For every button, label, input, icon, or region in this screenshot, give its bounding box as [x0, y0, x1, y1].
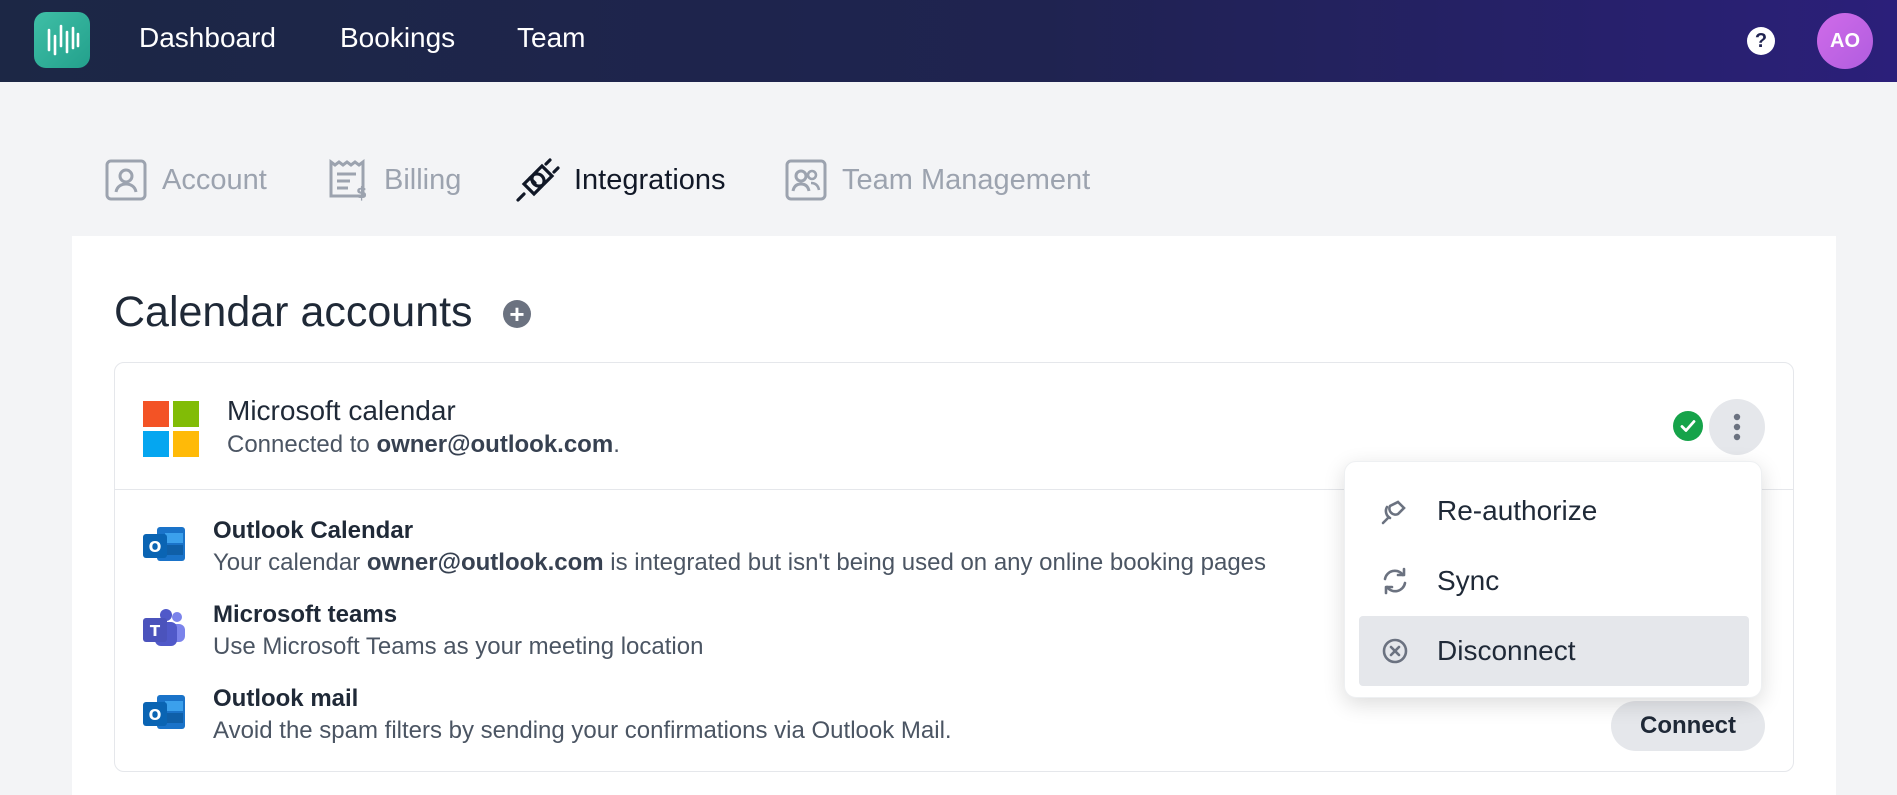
menu-item-label: Sync [1437, 565, 1500, 596]
more-options-button[interactable] [1709, 399, 1765, 455]
nav-bookings[interactable]: Bookings [340, 22, 455, 54]
nav-team[interactable]: Team [517, 22, 585, 54]
plug-icon [1379, 495, 1411, 527]
outlook-icon: O [143, 527, 185, 561]
account-connection-text: Connected to owner@outlook.com. [227, 431, 620, 458]
integration-title: Microsoft teams [213, 601, 398, 628]
svg-text:O: O [149, 706, 162, 724]
integration-description: Your calendar owner@outlook.com is integ… [213, 549, 1267, 576]
menu-item-sync[interactable]: Sync [1359, 546, 1749, 616]
svg-text:T: T [150, 622, 161, 640]
receipt-icon: $ [326, 158, 370, 202]
close-circle-icon [1379, 635, 1411, 667]
sync-icon [1379, 565, 1411, 597]
integration-description: Avoid the spam filters by sending your c… [213, 717, 952, 744]
logo-icon [47, 24, 80, 56]
menu-item-reauthorize[interactable]: Re-authorize [1359, 476, 1749, 546]
app-logo[interactable] [34, 12, 90, 68]
menu-item-disconnect[interactable]: Disconnect [1359, 616, 1749, 686]
tab-integrations-label: Integrations [574, 163, 726, 196]
account-options-menu: Re-authorize Sync Disconnect [1344, 461, 1762, 698]
page-title: Calendar accounts [114, 288, 473, 336]
plus-icon: + [509, 298, 525, 329]
teams-icon: T [143, 609, 185, 646]
tab-team-management-label: Team Management [842, 163, 1091, 196]
team-card-icon [784, 158, 828, 202]
integration-title: Outlook mail [213, 685, 359, 712]
tab-account[interactable]: Account [104, 156, 267, 204]
tab-account-label: Account [162, 163, 267, 196]
connect-button[interactable]: Connect [1611, 701, 1765, 751]
connected-check-icon [1673, 411, 1703, 441]
account-email: owner@outlook.com [376, 431, 614, 458]
svg-text:O: O [149, 538, 162, 556]
menu-item-label: Disconnect [1437, 635, 1576, 666]
menu-item-label: Re-authorize [1437, 495, 1598, 526]
add-calendar-button[interactable]: + [503, 298, 531, 329]
tab-integrations[interactable]: Integrations [516, 156, 726, 204]
avatar[interactable]: AO [1817, 13, 1873, 69]
top-nav: Dashboard Bookings Team ? AO [0, 0, 1897, 82]
tab-team-management[interactable]: Team Management [784, 156, 1090, 204]
user-card-icon [104, 158, 148, 202]
help-icon[interactable]: ? [1747, 27, 1775, 55]
integration-description: Use Microsoft Teams as your meeting loca… [213, 633, 704, 660]
plug-icon [516, 158, 560, 202]
tab-billing[interactable]: $ Billing [326, 156, 461, 204]
more-vertical-icon [1733, 413, 1741, 441]
tab-billing-label: Billing [384, 163, 462, 196]
microsoft-logo-icon [143, 401, 199, 457]
svg-text:$: $ [356, 183, 367, 202]
outlook-icon: O [143, 695, 185, 729]
nav-dashboard[interactable]: Dashboard [139, 22, 276, 54]
account-name: Microsoft calendar [227, 395, 456, 426]
integration-title: Outlook Calendar [213, 517, 414, 544]
